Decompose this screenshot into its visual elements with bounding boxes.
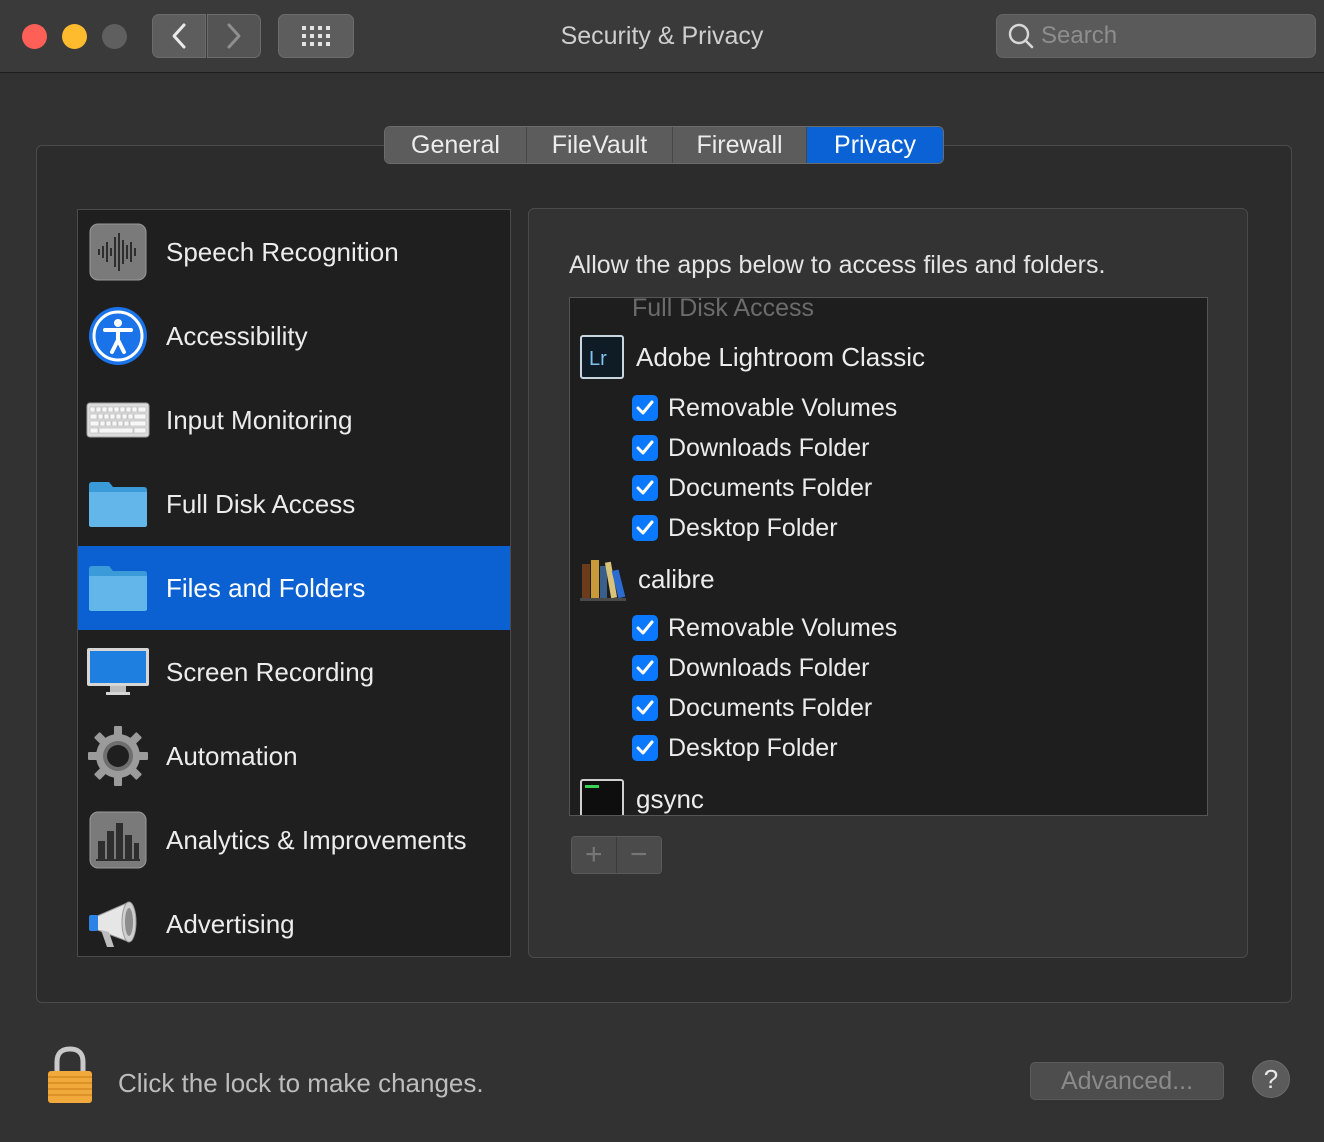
permission-checkbox[interactable] xyxy=(632,615,658,641)
lock-message: Click the lock to make changes. xyxy=(118,1068,484,1098)
permission-label: Desktop Folder xyxy=(668,733,838,762)
title-bar: Security & Privacy xyxy=(0,0,1324,73)
sidebar-item-label: Speech Recognition xyxy=(166,236,399,267)
permission-checkbox[interactable] xyxy=(632,475,658,501)
app-row-lightroom[interactable]: Lr Adobe Lightroom Classic xyxy=(580,332,925,382)
sidebar-item-label: Screen Recording xyxy=(166,656,375,687)
permission-label: Removable Volumes xyxy=(668,613,898,642)
sidebar-item-label: Full Disk Access xyxy=(166,488,356,519)
permission-row[interactable]: Documents Folder xyxy=(632,688,872,728)
sidebar-item-accessibility[interactable]: Accessibility xyxy=(78,294,510,378)
sidebar-item-speech-recognition[interactable]: Speech Recognition xyxy=(78,210,510,294)
tab-privacy[interactable]: Privacy xyxy=(807,127,943,163)
tab-filevault[interactable]: FileVault xyxy=(527,127,673,163)
tab-bar: General FileVault Firewall Privacy xyxy=(384,126,944,164)
gear-icon xyxy=(86,724,150,788)
permission-checkbox[interactable] xyxy=(632,735,658,761)
app-name: gsync xyxy=(636,783,704,814)
tab-firewall[interactable]: Firewall xyxy=(673,127,807,163)
checkmark-icon xyxy=(636,480,654,495)
permission-label: Downloads Folder xyxy=(668,653,870,682)
permission-label: Documents Folder xyxy=(668,473,873,502)
permission-checkbox[interactable] xyxy=(632,655,658,681)
terminal-exec-icon xyxy=(580,779,624,815)
sidebar-item-advertising[interactable]: Advertising xyxy=(78,882,510,956)
section-header: Full Disk Access xyxy=(632,297,814,322)
tab-general[interactable]: General xyxy=(385,127,527,163)
sidebar-item-label: Advertising xyxy=(166,908,295,939)
permission-checkbox[interactable] xyxy=(632,435,658,461)
add-app-button[interactable]: + xyxy=(572,837,617,873)
permission-label: Documents Folder xyxy=(668,693,873,722)
search-input[interactable] xyxy=(1041,22,1301,50)
permission-row[interactable]: Downloads Folder xyxy=(632,428,870,468)
privacy-category-list: Speech Recognition Accessibility Input M… xyxy=(77,209,511,957)
checkmark-icon xyxy=(636,440,654,455)
bar-chart-icon xyxy=(86,808,150,872)
permission-row[interactable]: Removable Volumes xyxy=(632,388,897,428)
sidebar-item-files-and-folders[interactable]: Files and Folders xyxy=(78,546,510,630)
calibre-books-icon xyxy=(580,560,626,601)
permission-label: Downloads Folder xyxy=(668,433,870,462)
megaphone-icon xyxy=(86,892,150,956)
lightroom-icon: Lr xyxy=(580,335,624,379)
folder-icon xyxy=(86,556,150,620)
checkmark-icon xyxy=(636,520,654,535)
sidebar-item-label: Analytics & Improvements xyxy=(166,824,467,855)
app-row-calibre[interactable]: calibre xyxy=(580,554,715,604)
checkmark-icon xyxy=(636,700,654,715)
checkmark-icon xyxy=(636,740,654,755)
app-name: calibre xyxy=(638,563,715,594)
permission-checkbox[interactable] xyxy=(632,695,658,721)
accessibility-icon xyxy=(86,304,150,368)
permission-row[interactable]: Documents Folder xyxy=(632,468,872,508)
permission-row[interactable]: Desktop Folder xyxy=(632,508,838,548)
app-row-gsync[interactable]: gsync xyxy=(580,774,704,815)
sidebar-item-screen-recording[interactable]: Screen Recording xyxy=(78,630,510,714)
help-button[interactable]: ? xyxy=(1252,1060,1290,1098)
sidebar-item-label: Accessibility xyxy=(166,320,308,351)
sidebar-item-label: Automation xyxy=(166,740,298,771)
keyboard-icon xyxy=(86,388,150,452)
sidebar-item-input-monitoring[interactable]: Input Monitoring xyxy=(78,378,510,462)
sidebar-item-analytics[interactable]: Analytics & Improvements xyxy=(78,798,510,882)
sidebar-item-label: Files and Folders xyxy=(166,572,366,603)
add-remove-control: + − xyxy=(571,836,662,874)
sidebar-item-automation[interactable]: Automation xyxy=(78,714,510,798)
permission-checkbox[interactable] xyxy=(632,395,658,421)
svg-text:Lr: Lr xyxy=(589,348,607,370)
permission-row[interactable]: Desktop Folder xyxy=(632,728,838,768)
lock-icon[interactable] xyxy=(44,1044,96,1106)
checkmark-icon xyxy=(636,620,654,635)
sidebar-item-full-disk-access[interactable]: Full Disk Access xyxy=(78,462,510,546)
search-icon xyxy=(1008,23,1034,49)
advanced-button[interactable]: Advanced... xyxy=(1030,1062,1224,1100)
permission-row[interactable]: Removable Volumes xyxy=(632,608,897,648)
checkmark-icon xyxy=(636,400,654,415)
panel-description: Allow the apps below to access files and… xyxy=(569,251,1106,279)
folder-icon xyxy=(86,472,150,536)
search-field[interactable] xyxy=(996,14,1316,58)
permission-row[interactable]: Downloads Folder xyxy=(632,648,870,688)
app-name: Adobe Lightroom Classic xyxy=(636,341,926,372)
files-and-folders-panel: Allow the apps below to access files and… xyxy=(528,208,1248,958)
display-icon xyxy=(86,640,150,704)
permission-label: Removable Volumes xyxy=(668,393,898,422)
checkmark-icon xyxy=(636,660,654,675)
remove-app-button[interactable]: − xyxy=(616,837,661,873)
sidebar-item-label: Input Monitoring xyxy=(166,404,353,435)
waveform-icon xyxy=(86,220,150,284)
app-permissions-list[interactable]: Full Disk Access Lr Adobe Lightroom Clas… xyxy=(569,297,1208,816)
permission-checkbox[interactable] xyxy=(632,515,658,541)
permission-label: Desktop Folder xyxy=(668,513,838,542)
